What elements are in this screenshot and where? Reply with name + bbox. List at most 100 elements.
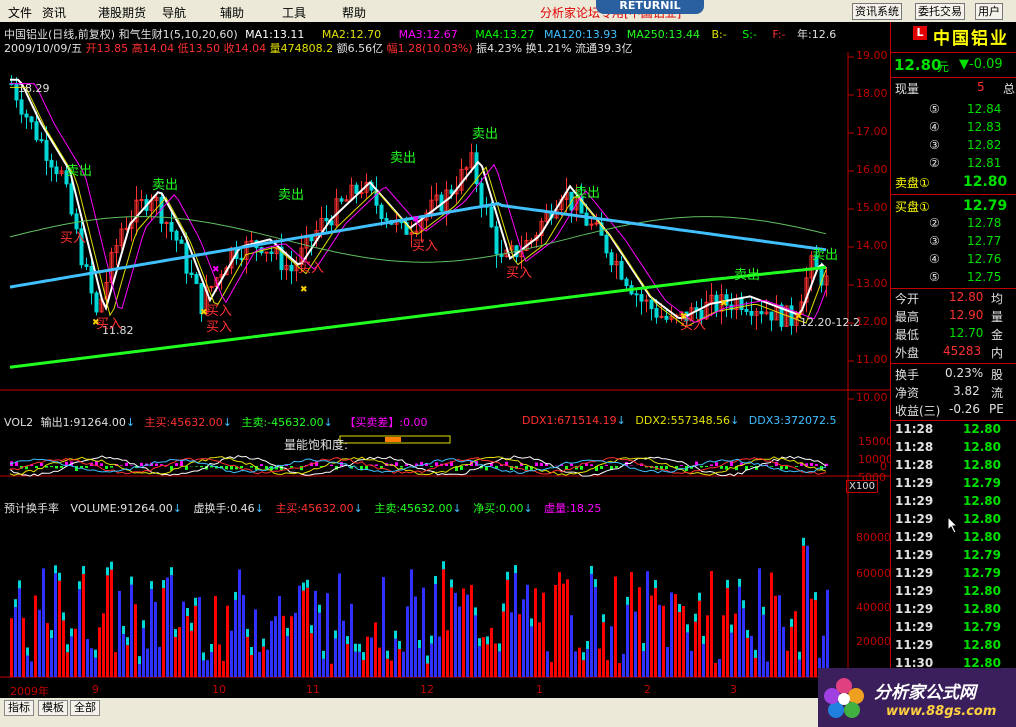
candle-body [744, 309, 749, 312]
volume-bar [170, 575, 173, 677]
volume-bar-cap [582, 652, 585, 661]
trade-button[interactable]: 委托交易 [915, 3, 965, 20]
user-button[interactable]: 用户 [975, 3, 1003, 20]
volume-y-label: 80000 [856, 531, 891, 544]
x-axis-label: 2009年 [10, 685, 49, 698]
ask-row[interactable]: ⑤ 12.84 [891, 102, 1016, 120]
volume-bar-cap [426, 655, 429, 664]
volume-bar-cap [762, 606, 765, 615]
tick-price: 12.80 [963, 602, 1001, 616]
ma2-line [10, 86, 827, 328]
volume-bar-cap [66, 644, 69, 653]
volume-bar [594, 587, 597, 677]
header-line2: 2009/10/09/五 开13.85 高14.04 低13.50 收14.04… [4, 40, 633, 56]
chart-area[interactable]: ✖ ✖ ✖ ✖ ✖ ✖ ✖ ✖ 中国铝业(日线,前复权) 和气生财1(5,10,20,60) … [0, 22, 893, 698]
volume-bar [446, 630, 449, 677]
stat-label: 最高 [895, 310, 920, 324]
volume-bar-cap [234, 591, 237, 600]
volume-bar-cap [814, 592, 817, 601]
volume-bar [734, 613, 737, 677]
volume-bar [294, 612, 297, 677]
volume-bar [502, 611, 505, 677]
tab-all[interactable]: 全部 [70, 700, 100, 716]
menu-assist[interactable]: 辅助 [220, 4, 244, 21]
volume-bar [610, 626, 613, 677]
candle-body [789, 305, 794, 326]
ask-row[interactable]: ④ 12.83 [891, 120, 1016, 138]
stat-row: 最低 12.70 金 [891, 326, 1016, 344]
bid-row[interactable]: ② 12.78 [891, 216, 1016, 234]
volume-bar [150, 589, 153, 677]
volume-bar [698, 600, 701, 677]
volume-bar [470, 584, 473, 677]
volume-bar [66, 652, 69, 677]
volume-bar [98, 627, 101, 677]
volume-bar [50, 638, 53, 677]
candle-body [379, 204, 384, 219]
volume-bar [190, 630, 193, 677]
menu-file[interactable]: 文件 [8, 4, 32, 21]
candle-body [479, 183, 484, 206]
vol2-bar [35, 466, 38, 469]
volume-bar-cap [322, 650, 325, 659]
menu-tools[interactable]: 工具 [282, 4, 306, 21]
volume-bar [242, 595, 245, 677]
bid-row[interactable]: ③ 12.77 [891, 234, 1016, 252]
news-system-button[interactable]: 资讯系统 [852, 3, 902, 20]
sell-signal: 卖出 [66, 164, 93, 179]
stat-row: 外盘 45283 内 [891, 344, 1016, 362]
volume-bar [102, 613, 105, 677]
bid-row[interactable]: ④ 12.76 [891, 252, 1016, 270]
tab-indicator[interactable]: 指标 [4, 700, 34, 716]
ask-row[interactable]: ③ 12.82 [891, 138, 1016, 156]
stat-value: -0.26 [949, 402, 981, 416]
volume-bar-cap [130, 576, 133, 585]
tab-template[interactable]: 模板 [38, 700, 68, 716]
ask1-row[interactable]: 卖盘① 12.80 [891, 174, 1016, 192]
stat-row: 换手 0.23% 股 [891, 366, 1016, 384]
vol2-bar [615, 466, 618, 468]
volume-bar [662, 605, 665, 677]
s-value: S:- [742, 28, 757, 41]
volume-bar [182, 601, 185, 677]
candle-body [324, 217, 329, 222]
candle-body [249, 240, 254, 243]
sell-signal: 卖出 [152, 178, 179, 193]
volume-bar-cap [602, 614, 605, 623]
volume-bar-cap [626, 596, 629, 605]
volume-bar [282, 615, 285, 677]
menu-news[interactable]: 资讯 [42, 4, 66, 21]
volume-bar [114, 652, 117, 677]
candle-body [179, 239, 184, 244]
vol2-bar [375, 464, 378, 466]
pct-value: 幅1.28(10.03%) [386, 42, 473, 55]
volume-bar [754, 657, 757, 677]
volume-bar [70, 636, 73, 677]
volume-bar [654, 588, 657, 677]
menu-navigate[interactable]: 导航 [162, 4, 186, 21]
menu-help[interactable]: 帮助 [342, 4, 366, 21]
bid1-row[interactable]: 买盘① 12.79 [891, 198, 1016, 216]
volume-bar [778, 595, 781, 677]
volume-bar [738, 586, 741, 677]
tick-time: 11:29 [895, 602, 934, 616]
vol2-title: VOL2 [4, 416, 34, 429]
volume-bar [626, 604, 629, 677]
price-unit: 元 [937, 60, 950, 74]
volume-bar [794, 611, 797, 677]
menu-hk-futures[interactable]: 港股期货 [98, 4, 146, 21]
bid-price: 12.78 [967, 216, 1002, 230]
vol2-bar [395, 462, 398, 466]
volume-bar-cap [394, 630, 397, 639]
volume-bar [382, 577, 385, 677]
ask-row[interactable]: ② 12.81 [891, 156, 1016, 174]
bid-row[interactable]: ⑤ 12.75 [891, 270, 1016, 288]
volume-bar [798, 659, 801, 677]
price-y-label: 11.00 [856, 353, 888, 366]
volume-bar [554, 585, 557, 677]
ddx3-value: DDX3:372072.5 [748, 414, 837, 427]
volume-y-label: 20000 [856, 635, 891, 648]
volume-bar-cap [142, 620, 145, 629]
volume-bar [194, 605, 197, 677]
volume-bar [130, 584, 133, 677]
